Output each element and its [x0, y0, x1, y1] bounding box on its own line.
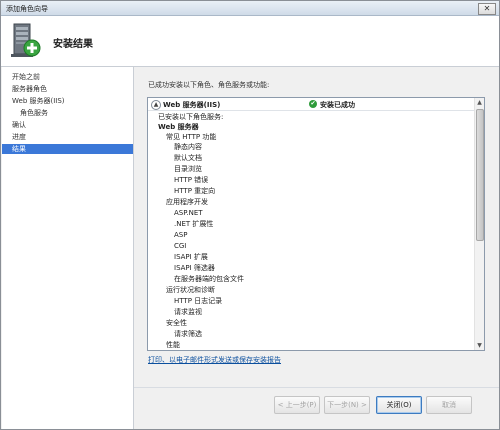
nav-item-confirmation[interactable]: 确认 [2, 120, 133, 130]
scroll-thumb[interactable] [476, 109, 484, 241]
server-add-icon [8, 22, 42, 60]
window-title: 添加角色向导 [6, 5, 48, 13]
list-item: 请求筛选 [174, 330, 202, 338]
list-item: 性能 [166, 341, 180, 349]
results-intro-text: 已成功安装以下角色、角色服务或功能: [148, 81, 270, 89]
cancel-button[interactable]: 取消 [426, 396, 472, 414]
list-item: ASP.NET [174, 209, 203, 217]
nav-item-before-you-begin[interactable]: 开始之前 [2, 72, 133, 82]
next-button[interactable]: 下一步(N) > [324, 396, 370, 414]
page-title: 安装结果 [53, 39, 93, 50]
nav-item-server-roles[interactable]: 服务器角色 [2, 84, 133, 94]
close-button[interactable]: 关闭(O) [376, 396, 422, 414]
collapse-icon[interactable]: ▲ [151, 100, 161, 110]
list-item: 安全性 [166, 319, 187, 327]
list-item: 常见 HTTP 功能 [166, 133, 217, 141]
role-header-row: ▲ Web 服务器(IIS) ✔ 安装已成功 [148, 98, 474, 111]
list-item: 静态内容 [174, 143, 202, 151]
nav-item-web-server[interactable]: Web 服务器(IIS) [2, 96, 133, 106]
list-item: ASP [174, 231, 188, 239]
install-status: 安装已成功 [320, 101, 355, 109]
results-content: 已成功安装以下角色、角色服务或功能: ▲ Web 服务器(IIS) ✔ 安装已成… [134, 67, 499, 387]
list-item: CGI [174, 242, 187, 250]
wizard-footer: < 上一步(P) 下一步(N) > 关闭(O) 取消 [134, 387, 499, 429]
list-item: ISAPI 筛选器 [174, 264, 215, 272]
role-name: Web 服务器(IIS) [163, 101, 221, 109]
list-item: 已安装以下角色服务: [158, 113, 224, 121]
results-scrollbar[interactable]: ▲ ▼ [474, 98, 484, 350]
list-item: 运行状况和诊断 [166, 286, 215, 294]
install-report-link[interactable]: 打印、以电子邮件形式发送或保存安装报告 [148, 355, 281, 365]
title-bar: 添加角色向导 ✕ [1, 1, 499, 16]
wizard-window: 添加角色向导 ✕ 安装结果 开始之前 服务器角色 Web 服务器(IIS) 角色… [0, 0, 500, 430]
list-item: 默认文档 [174, 154, 202, 162]
list-item: 在服务器端的包含文件 [174, 275, 244, 283]
list-item: 目录浏览 [174, 165, 202, 173]
list-item: 请求监视 [174, 308, 202, 316]
nav-item-progress[interactable]: 进度 [2, 132, 133, 142]
list-item: HTTP 错误 [174, 176, 209, 184]
success-check-icon: ✔ [309, 100, 317, 108]
list-item: Web 服务器 [158, 123, 199, 131]
close-window-button[interactable]: ✕ [478, 3, 496, 15]
list-item: .NET 扩展性 [174, 220, 214, 228]
list-item: HTTP 重定向 [174, 187, 216, 195]
nav-item-role-services[interactable]: 角色服务 [2, 108, 133, 118]
list-item: HTTP 日志记录 [174, 297, 223, 305]
list-item: 应用程序开发 [166, 198, 208, 206]
wizard-header: 安装结果 [1, 16, 499, 67]
previous-button[interactable]: < 上一步(P) [274, 396, 320, 414]
wizard-steps-nav: 开始之前 服务器角色 Web 服务器(IIS) 角色服务 确认 进度 结果 [2, 67, 134, 429]
nav-item-results[interactable]: 结果 [2, 144, 133, 154]
list-item: ISAPI 扩展 [174, 253, 208, 261]
scroll-up-arrow-icon[interactable]: ▲ [475, 98, 484, 107]
install-results-panel: ▲ Web 服务器(IIS) ✔ 安装已成功 已安装以下角色服务: Web 服务… [147, 97, 485, 351]
scroll-down-arrow-icon[interactable]: ▼ [475, 341, 484, 350]
